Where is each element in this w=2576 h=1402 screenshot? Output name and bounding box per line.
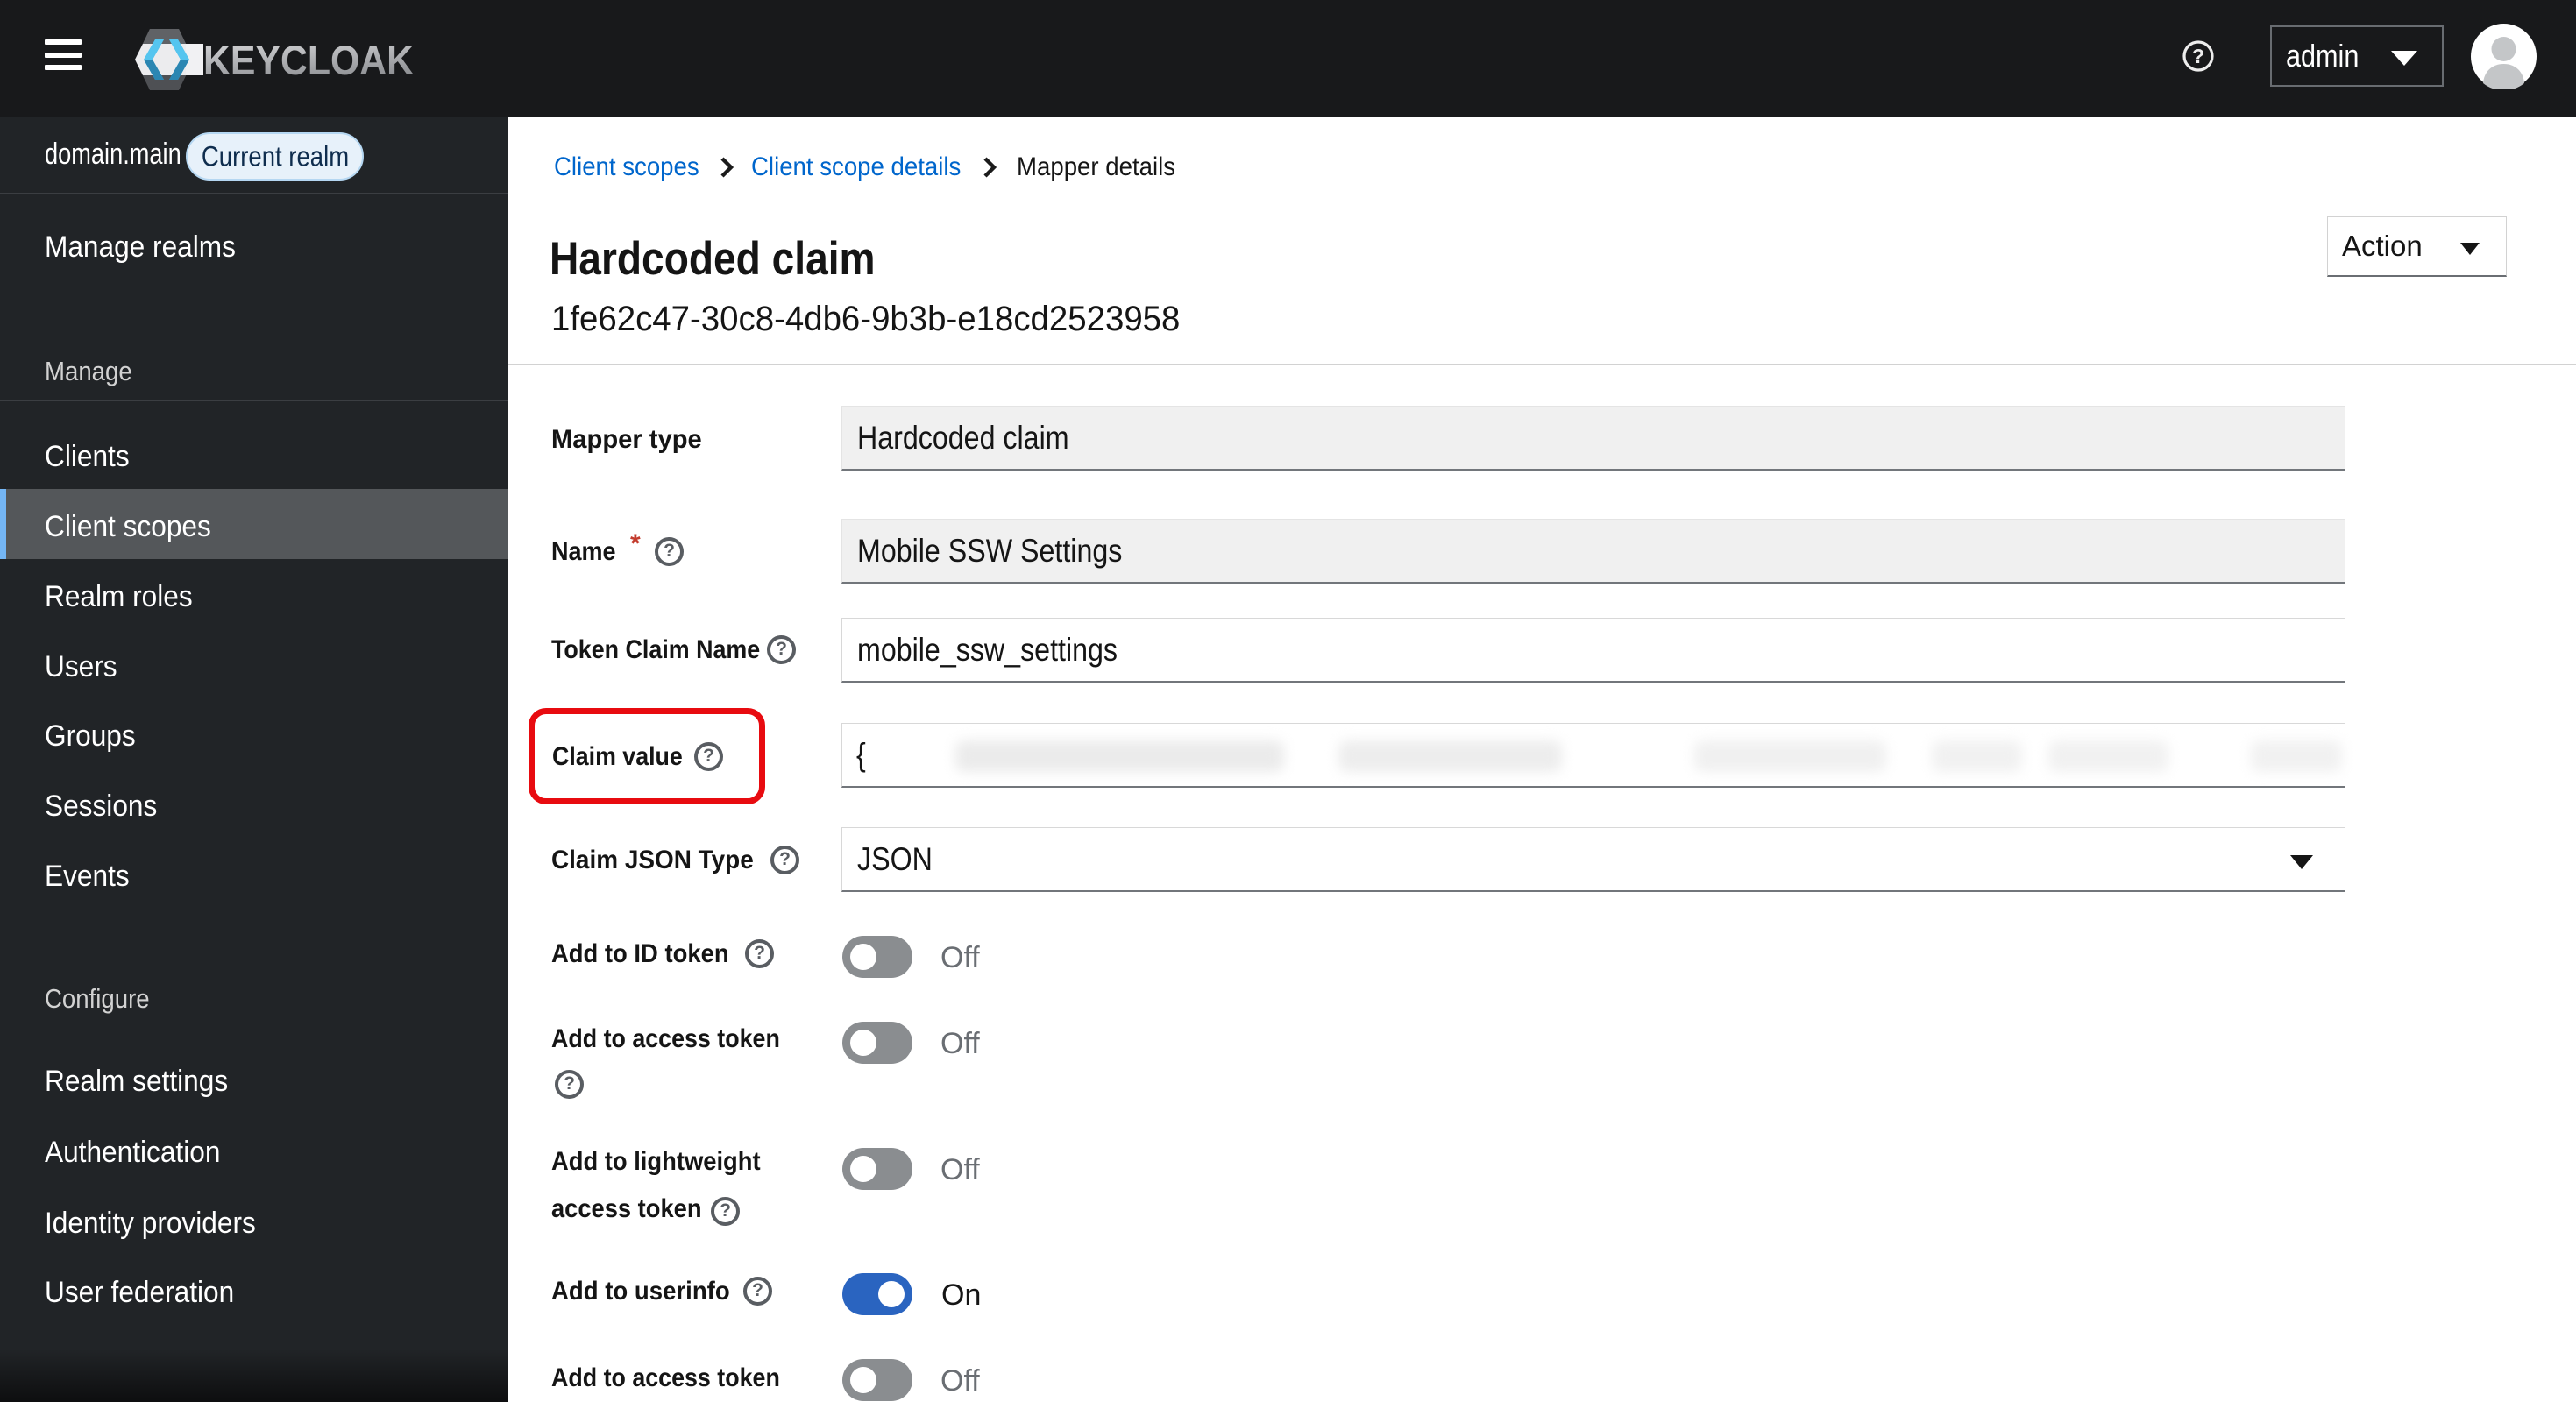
svg-text:?: ?: [2192, 45, 2204, 67]
svg-text:KEYCLOAK: KEYCLOAK: [203, 37, 414, 83]
